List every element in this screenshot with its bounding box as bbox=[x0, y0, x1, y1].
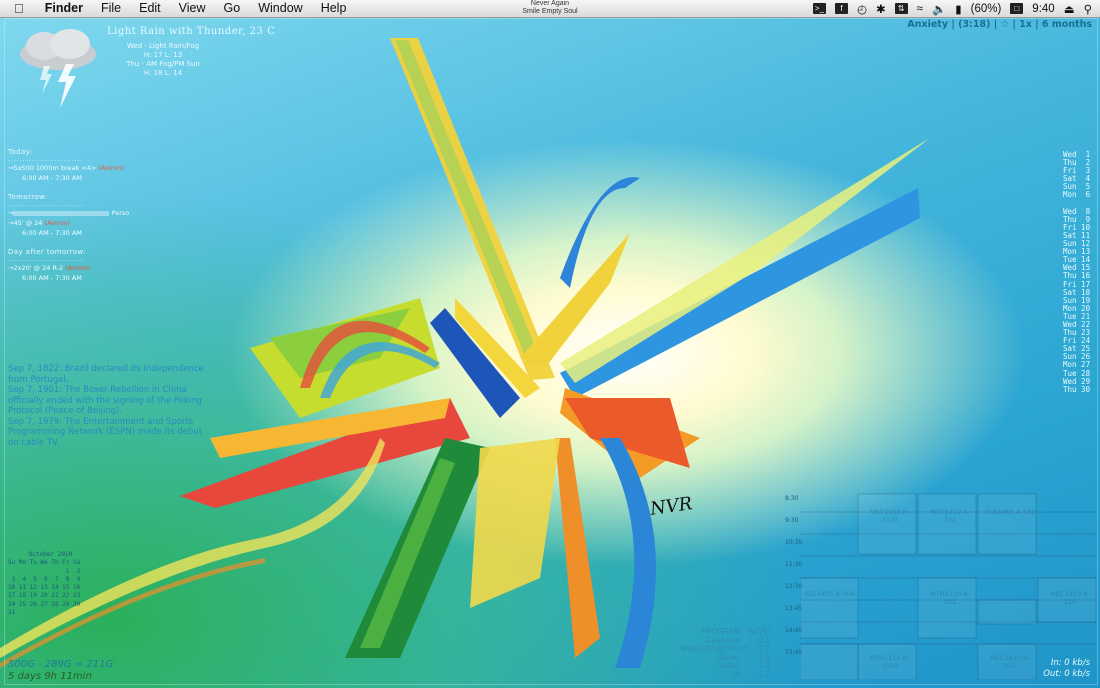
divider: .......................... bbox=[8, 256, 84, 263]
terminal-icon[interactable]: >_ bbox=[812, 3, 826, 14]
time-machine-icon[interactable]: ◴ bbox=[857, 2, 867, 16]
menu-view[interactable]: View bbox=[170, 0, 215, 17]
calendar-week: 1 2 bbox=[8, 567, 81, 575]
spotlight-icon[interactable]: ⚲ bbox=[1084, 2, 1092, 16]
divider: .......................... bbox=[8, 156, 84, 163]
agenda-item-time: 6:00 AM - 7:30 AM bbox=[22, 274, 82, 282]
network-widget: In: 0 kb/s Out: 0 kb/s bbox=[1043, 658, 1090, 680]
network-out: Out: 0 kb/s bbox=[1043, 669, 1090, 679]
calendar-week: 10 11 12 13 14 15 16 bbox=[8, 584, 81, 592]
wifi-icon[interactable]: ≈ bbox=[917, 3, 923, 15]
network-in: In: 0 kb/s bbox=[1050, 658, 1090, 668]
history-entry: Sep 7, 1901: The Boxer Rebellion in Chin… bbox=[8, 385, 202, 416]
uptime: 5 days 9h 11min bbox=[8, 671, 92, 682]
disk-usage: 500G - 289G = 211G bbox=[8, 659, 114, 670]
schedule-block: ELE4455 A-332 bbox=[985, 508, 1035, 516]
menu-go[interactable]: Go bbox=[215, 0, 250, 17]
menu-file[interactable]: File bbox=[92, 0, 130, 17]
calendar-week: 24 25 26 27 28 29 30 bbox=[8, 600, 81, 608]
schedule-block: MEC1410 H-1120 bbox=[869, 508, 911, 524]
schedule-block: MEC1410 A-522 bbox=[990, 654, 1030, 670]
schedule-block: MTH1110 M-1120 bbox=[869, 654, 911, 670]
schedule-blocks: MEC1410 H-1120 MEC1410 A-332 ELE4455 A-3… bbox=[805, 498, 1096, 678]
apple-logo-icon[interactable]:  bbox=[0, 0, 36, 17]
history-entry: Sep 7, 1822: Brazil declared its indepen… bbox=[8, 364, 204, 385]
history-entry: Sep 7, 1979: The Entertainment and Sport… bbox=[8, 416, 203, 448]
day-list-item: Thu 30 bbox=[1063, 384, 1091, 394]
forecast-line: H: 17 L: 13 bbox=[143, 51, 183, 59]
schedule-time: 9:30 bbox=[785, 517, 799, 524]
itunes-track-info: Anxiety | (3:18) | ☆ | 1x | 6 months bbox=[907, 19, 1092, 30]
forecast-line: H: 18 L: 14 bbox=[143, 69, 183, 77]
bluetooth-icon[interactable]: ✱ bbox=[876, 2, 886, 16]
agenda-today-label: Today: bbox=[8, 148, 33, 156]
day-list: Wed 1 Thu 2 Fri 3 Sat 4 Sun 5 Mon 6 Wed 8 Thu … bbox=[1063, 150, 1093, 394]
schedule-block: MEC1410 A-332 bbox=[930, 508, 970, 524]
battery-percent[interactable]: (60%) bbox=[971, 3, 1002, 15]
menu-help[interactable]: Help bbox=[312, 0, 356, 17]
now-playing-track: Never Again bbox=[530, 0, 570, 7]
divider: .......................... bbox=[8, 201, 84, 208]
top-processes-widget: PROGRAM %CPU GeekTool 9.1 WebKitPluginHost… bbox=[680, 627, 770, 680]
disk-usage-widget: 500G - 289G = 211G 5 days 9h 11min bbox=[8, 659, 113, 683]
clock[interactable]: 9:40 bbox=[1032, 3, 1054, 15]
agenda-item: →45' @ 24 (Aviron) bbox=[8, 219, 70, 227]
menu-app-finder[interactable]: Finder bbox=[36, 0, 92, 17]
now-playing[interactable]: Never Again Smile Empty Soul bbox=[480, 0, 620, 16]
weather-forecast-wed: Wed - Light Rain/Fog H: 17 L: 13 Thu - A… bbox=[118, 42, 208, 78]
agenda-widget: Today: .......................... →5x500… bbox=[8, 148, 208, 283]
forecast-line: Wed - Light Rain/Fog bbox=[126, 42, 200, 50]
storm-cloud-icon bbox=[20, 29, 96, 108]
calendar-week: 3 4 5 6 7 8 9 bbox=[8, 575, 81, 583]
battery-icon[interactable]: ▮ bbox=[955, 2, 961, 16]
agenda-after-label: Day after tomorrow: bbox=[8, 248, 87, 256]
agenda-item-time: 6:00 AM - 7:30 AM bbox=[22, 174, 82, 182]
month-calendar: October 2010 Su Mo Tu We Th Fr Sa 1 2 3 … bbox=[8, 551, 93, 617]
agenda-tomorrow-label: Tomorrow: bbox=[8, 193, 48, 201]
status-menus: >_ f ◴ ✱ ⇅ ≈ 🔈 ▮ (60%) □ 9:40 ⏏ ⚲ bbox=[812, 0, 1092, 17]
calendar-week: 31 bbox=[8, 609, 16, 617]
agenda-item-time: 6:00 AM - 7:30 AM bbox=[22, 229, 82, 237]
menu-bar:  Finder File Edit View Go Window Help N… bbox=[0, 0, 1100, 18]
agenda-item: →5x500 1000m break <4> (Aviron) bbox=[8, 164, 124, 172]
weather-title: Light Rain with Thunder, 23 C bbox=[107, 26, 276, 37]
weekday-header: Su Mo Tu We Th Fr Sa bbox=[8, 559, 81, 567]
schedule-block: MEC1410 B-318 bbox=[1050, 590, 1090, 606]
menu-window[interactable]: Window bbox=[249, 0, 311, 17]
menu-edit[interactable]: Edit bbox=[130, 0, 170, 17]
schedule-block: ELE4455 B-506 bbox=[805, 590, 855, 598]
process-row: Safari 3.9 bbox=[718, 661, 770, 671]
month-title: October 2010 bbox=[28, 551, 73, 558]
calendar-week: 17 18 19 20 21 22 23 bbox=[8, 592, 81, 600]
forecast-line: Thu - AM Fog/PM Sun bbox=[126, 60, 200, 68]
on-this-day-widget: Sep 7, 1822: Brazil declared its indepen… bbox=[8, 364, 213, 448]
schedule-time: 8:30 bbox=[785, 495, 799, 502]
facebook-icon[interactable]: f bbox=[834, 3, 848, 14]
eject-icon[interactable]: ⏏ bbox=[1064, 2, 1075, 16]
sync-icon[interactable]: ⇅ bbox=[894, 3, 908, 14]
flag-icon[interactable]: □ bbox=[1010, 3, 1024, 14]
volume-icon[interactable]: 🔈 bbox=[932, 2, 946, 16]
schedule-block: MTH1110 A-332 bbox=[930, 590, 970, 606]
process-row: sh 1.7 bbox=[731, 669, 770, 679]
agenda-item: →2x20' @ 24 R-2 (Aviron) bbox=[8, 264, 91, 272]
now-playing-artist: Smile Empty Soul bbox=[522, 8, 578, 15]
agenda-item: → Perso bbox=[8, 209, 130, 217]
